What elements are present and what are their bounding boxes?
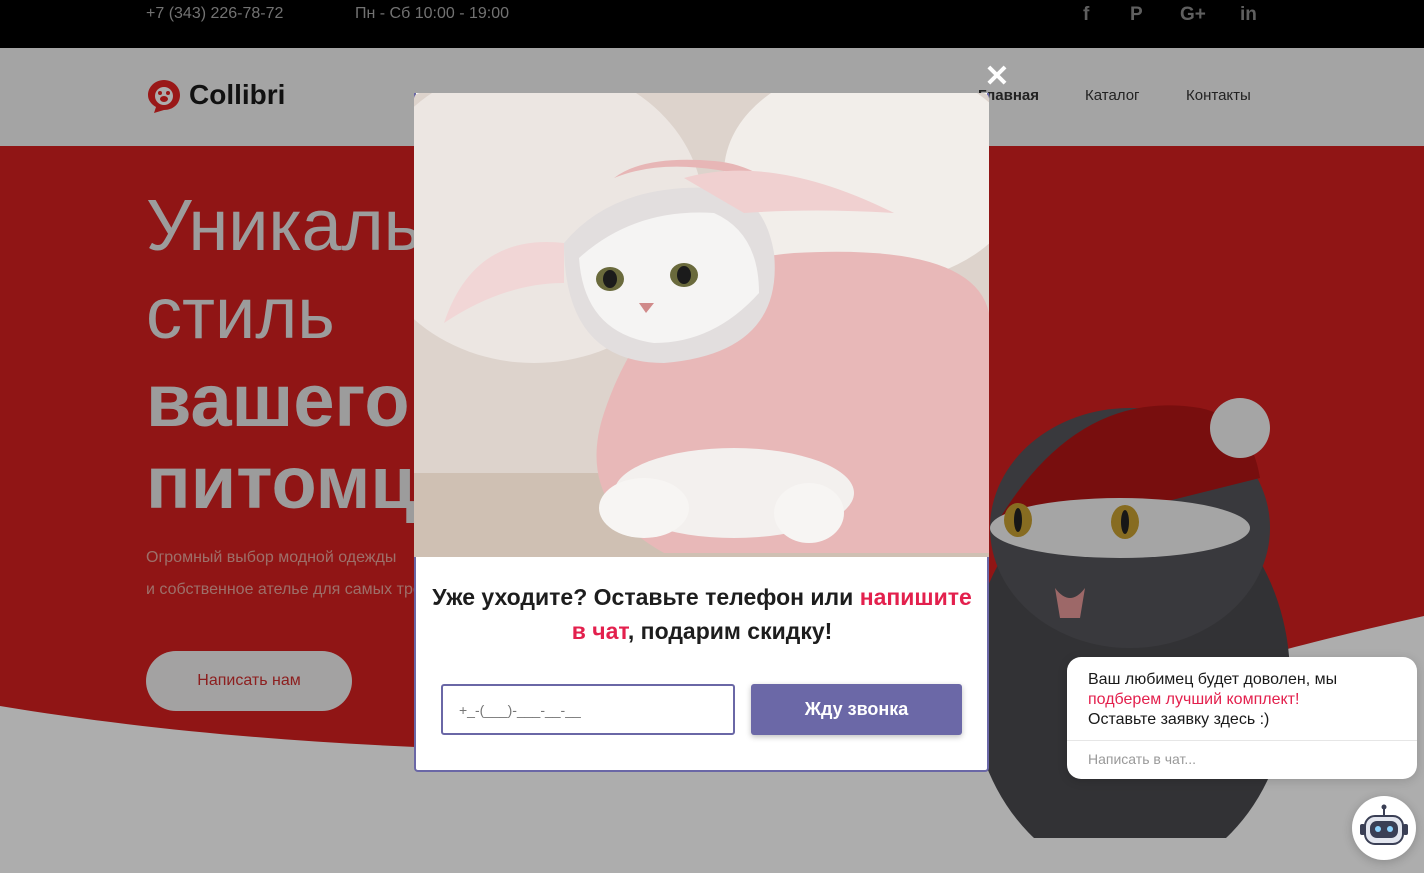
popup-title-text: Уже уходите? Оставьте телефон или bbox=[432, 584, 860, 610]
cat-bunny-photo bbox=[414, 93, 989, 557]
chat-divider bbox=[1067, 740, 1417, 741]
chat-message-line-1: Ваш любимец будет доволен, мы bbox=[1088, 671, 1338, 688]
phone-input[interactable] bbox=[441, 684, 735, 735]
popup-title: Уже уходите? Оставьте телефон или напиши… bbox=[432, 580, 972, 648]
request-call-button[interactable]: Жду звонка bbox=[751, 684, 962, 735]
chat-bot-button[interactable] bbox=[1352, 796, 1416, 860]
robot-icon bbox=[1360, 804, 1408, 845]
chat-message: Ваш любимец будет доволен, мы подберем л… bbox=[1088, 670, 1337, 730]
chat-input[interactable]: Написать в чат... bbox=[1088, 751, 1196, 767]
chat-message-line-2: подберем лучший комплект! bbox=[1088, 691, 1300, 708]
chat-message-line-3: Оставьте заявку здесь :) bbox=[1088, 711, 1270, 728]
popup-title-text-end: , подарим скидку! bbox=[627, 618, 833, 644]
close-icon[interactable]: ✕ bbox=[984, 62, 1010, 92]
